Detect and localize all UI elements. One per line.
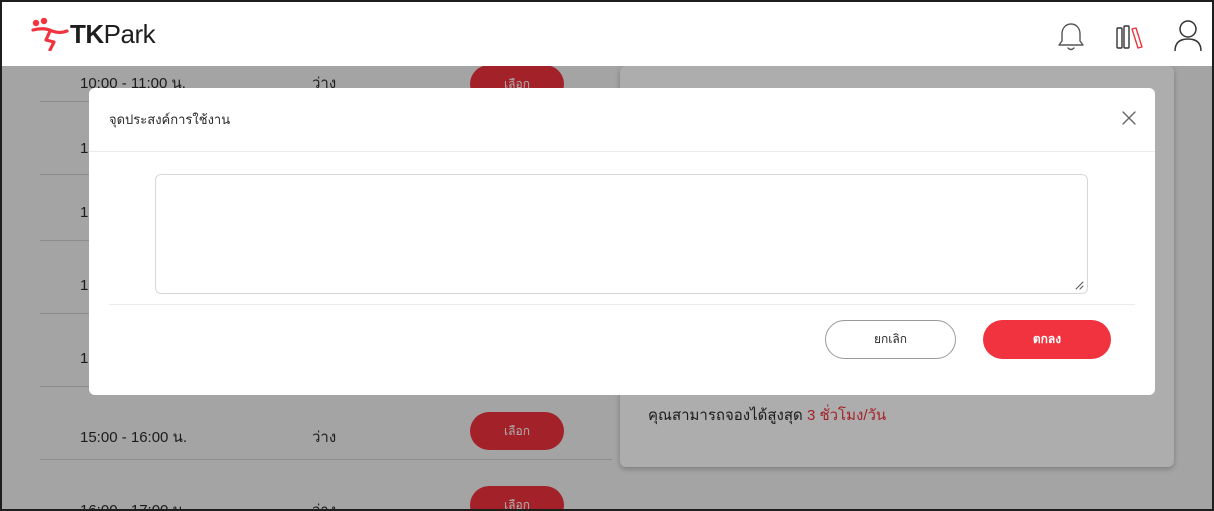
close-icon[interactable] bbox=[1119, 108, 1139, 128]
modal-title: จุดประสงค์การใช้งาน bbox=[109, 112, 231, 127]
ok-button[interactable]: ตกลง bbox=[983, 320, 1111, 359]
modal-footer-divider bbox=[109, 304, 1135, 305]
modal-divider bbox=[89, 151, 1155, 152]
cancel-button[interactable]: ยกเลิก bbox=[825, 320, 956, 359]
logo-text: TKPark bbox=[70, 18, 156, 49]
app-frame: TKPark 10:00 - 11:00 น. ว่าง เลือก 1 1 1… bbox=[0, 0, 1214, 511]
books-icon[interactable] bbox=[1114, 20, 1146, 54]
purpose-textarea[interactable] bbox=[155, 174, 1088, 294]
resize-grip-icon[interactable] bbox=[1074, 280, 1084, 290]
tkpark-logo[interactable]: TKPark bbox=[30, 17, 156, 51]
top-bar: TKPark bbox=[2, 2, 1212, 66]
user-icon[interactable] bbox=[1172, 18, 1204, 52]
bell-icon[interactable] bbox=[1055, 20, 1087, 54]
logo-mark-icon bbox=[31, 17, 69, 51]
purpose-modal: จุดประสงค์การใช้งาน ยกเลิก ตกลง bbox=[89, 88, 1155, 395]
